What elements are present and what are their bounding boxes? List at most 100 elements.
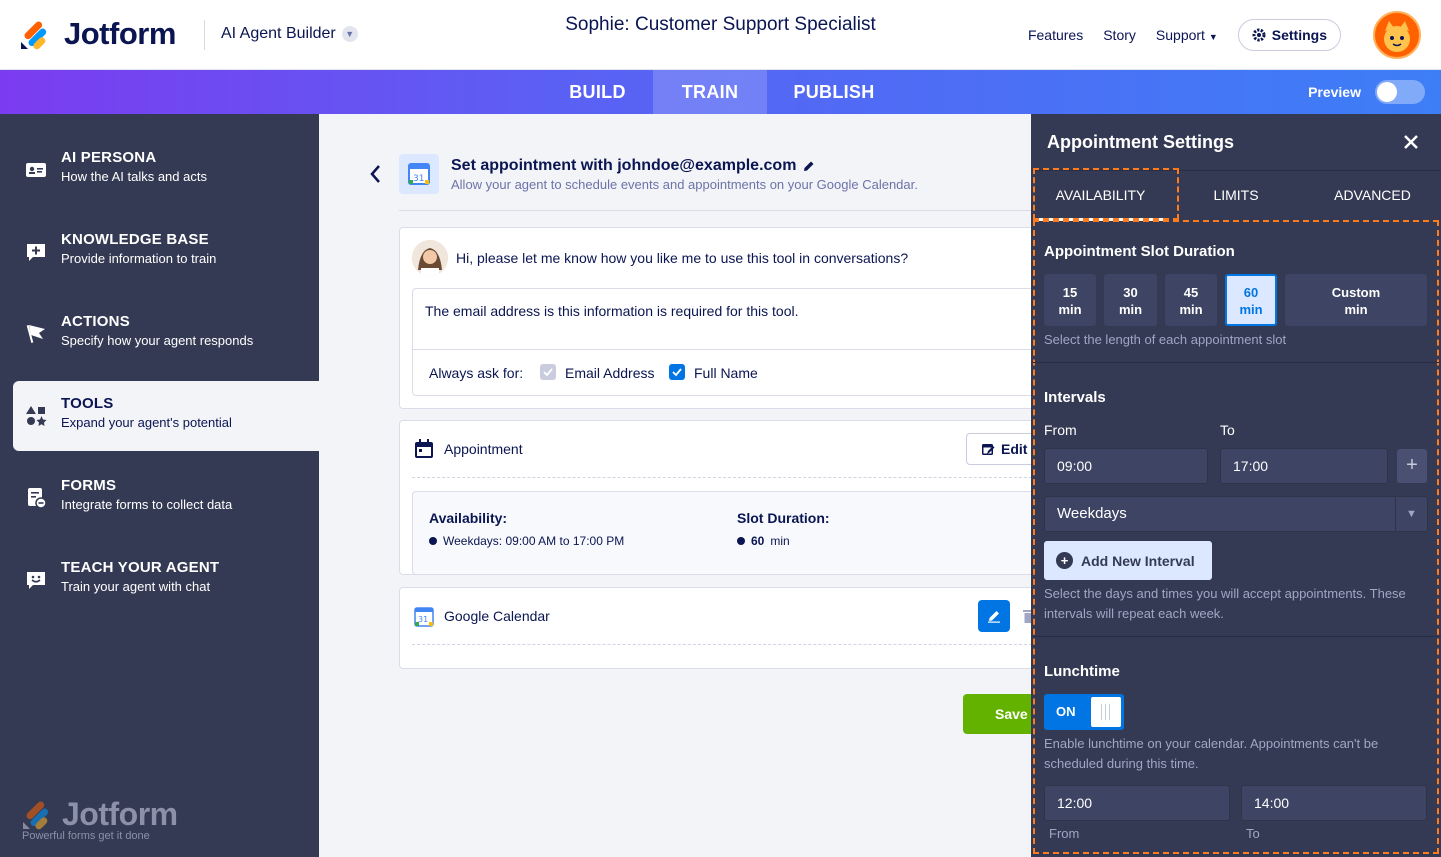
tab-train[interactable]: TRAIN [653, 70, 767, 114]
google-calendar-icon: 31 [414, 607, 434, 627]
google-calendar-card: 31 Google Calendar [399, 587, 1031, 669]
nav-features[interactable]: Features [1028, 19, 1083, 51]
builder-tabbar: BUILD TRAIN PUBLISH Preview [0, 70, 1441, 114]
sidebar-item-ai-persona[interactable]: AI PERSONA How the AI talks and acts [13, 135, 319, 205]
appointment-card: Appointment Edit Availability: Weekdays:… [399, 420, 1031, 575]
slot-option-custom[interactable]: Custom min [1285, 274, 1427, 326]
email-address-checkbox[interactable] [540, 364, 556, 380]
agent-title[interactable]: Sophie: Customer Support Specialist [565, 14, 876, 35]
sidebar-item-subtitle: How the AI talks and acts [61, 169, 207, 184]
chevron-down-icon: ▼ [341, 26, 358, 42]
brand-name: Jotform [64, 16, 176, 51]
slot-option-15[interactable]: 15 min [1044, 274, 1096, 326]
toggle-knob [1091, 697, 1121, 727]
full-name-label: Full Name [694, 365, 758, 381]
close-button[interactable] [1403, 130, 1419, 156]
slot-unit: min [770, 534, 790, 548]
appointment-title: Appointment [444, 441, 523, 457]
check-icon [543, 368, 553, 377]
tab-advanced[interactable]: ADVANCED [1304, 171, 1441, 221]
divider [1031, 362, 1441, 363]
slot-option-60[interactable]: 60 min [1225, 274, 1277, 326]
intervals-hint: Select the days and times you will accep… [1044, 586, 1406, 621]
tab-publish[interactable]: PUBLISH [767, 70, 901, 114]
sidebar-item-tools[interactable]: TOOLS Expand your agent's potential [13, 381, 319, 451]
builder-switcher[interactable]: AI Agent Builder ▼ [221, 25, 358, 43]
lunchtime-toggle[interactable]: ON [1044, 694, 1124, 730]
slot-value: 45 [1183, 285, 1199, 300]
lunchtime-heading: Lunchtime [1044, 663, 1120, 680]
tab-build[interactable]: BUILD [542, 70, 653, 114]
slot-option-45[interactable]: 45 min [1165, 274, 1217, 326]
slot-duration-value: 60 min [737, 534, 790, 548]
slot-unit: min [1344, 302, 1368, 317]
plus-circle-icon: + [1056, 552, 1073, 569]
from-label: From [1044, 422, 1077, 438]
edit-appointment-button[interactable]: Edit [966, 433, 1031, 465]
slot-unit: min [1239, 302, 1263, 317]
jotform-logo-icon [23, 801, 49, 830]
id-card-icon [26, 163, 46, 177]
jotform-logo[interactable]: Jotform [20, 16, 176, 52]
tool-title[interactable]: Set appointment with johndoe@example.com [451, 157, 815, 175]
main-content: 31 Set appointment with johndoe@example.… [319, 114, 1031, 857]
availability-value: Weekdays: 09:00 AM to 17:00 PM [429, 534, 624, 548]
slot-option-30[interactable]: 30 min [1104, 274, 1157, 326]
divider [399, 210, 1031, 211]
sidebar-item-knowledge-base[interactable]: KNOWLEDGE BASE Provide information to tr… [13, 217, 319, 287]
availability-text: Weekdays: 09:00 AM to 17:00 PM [443, 534, 625, 548]
save-button[interactable]: Save [963, 694, 1031, 734]
nav-story[interactable]: Story [1103, 19, 1136, 51]
panel-title: Appointment Settings [1047, 132, 1234, 152]
back-button[interactable] [369, 164, 381, 190]
add-time-button[interactable]: + [1397, 449, 1427, 483]
pencil-icon [804, 161, 814, 171]
user-avatar[interactable] [1373, 11, 1421, 59]
chevron-down-icon: ▼ [1395, 497, 1427, 531]
interval-to-input[interactable]: 17:00 [1220, 448, 1388, 484]
add-new-interval-button[interactable]: + Add New Interval [1044, 541, 1212, 580]
tab-limits[interactable]: LIMITS [1168, 171, 1304, 221]
header-divider [204, 20, 205, 50]
sidebar-item-teach-agent[interactable]: TEACH YOUR AGENT Train your agent with c… [13, 545, 319, 615]
flag-icon [26, 325, 45, 343]
settings-label: Settings [1271, 27, 1327, 43]
agent-avatar [412, 240, 448, 276]
settings-button[interactable]: Settings [1237, 19, 1341, 51]
add-interval-label: Add New Interval [1081, 552, 1195, 569]
slot-unit: min [1179, 302, 1203, 317]
sidebar-item-subtitle: Integrate forms to collect data [61, 497, 233, 512]
google-calendar-title: Google Calendar [444, 608, 550, 624]
trash-icon[interactable] [1022, 608, 1031, 624]
nav-support[interactable]: Support ▼ [1156, 19, 1218, 51]
preview-label: Preview [1308, 84, 1361, 100]
lunch-to-input[interactable]: 14:00 [1241, 785, 1427, 821]
agent-question: Hi, please let me know how you like me t… [456, 250, 909, 266]
email-address-label: Email Address [565, 365, 655, 381]
full-name-checkbox[interactable] [669, 364, 685, 380]
sidebar-item-title: AI PERSONA [61, 149, 157, 166]
chevron-down-icon: ▼ [1208, 32, 1218, 42]
preview-toggle[interactable] [1375, 80, 1425, 104]
sidebar-item-forms[interactable]: FORMS Integrate forms to collect data [13, 463, 319, 533]
lunchtime-hint: Enable lunchtime on your calendar. Appoi… [1044, 736, 1379, 771]
sidebar: AI PERSONA How the AI talks and acts KNO… [0, 114, 319, 857]
sidebar-item-subtitle: Expand your agent's potential [61, 415, 232, 430]
lunch-from-input[interactable]: 12:00 [1044, 785, 1230, 821]
slot-value: 15 [1062, 285, 1078, 300]
days-select[interactable]: Weekdays ▼ [1044, 496, 1428, 532]
interval-from-input[interactable]: 09:00 [1044, 448, 1208, 484]
slot-duration-label: Slot Duration: [737, 510, 830, 526]
slot-hint: Select the length of each appointment sl… [1044, 332, 1287, 347]
sidebar-item-actions[interactable]: ACTIONS Specify how your agent responds [13, 299, 319, 369]
sidebar-item-title: KNOWLEDGE BASE [61, 231, 209, 248]
divider [412, 644, 1031, 645]
edit-calendar-button[interactable] [978, 600, 1010, 632]
instruction-box[interactable]: The email address is this information is… [412, 288, 1031, 396]
to-label: To [1220, 422, 1235, 438]
pencil-icon [988, 611, 1000, 623]
gear-icon [1252, 28, 1266, 42]
lunch-to-label: To [1246, 826, 1260, 841]
tab-availability[interactable]: AVAILABILITY [1033, 171, 1168, 221]
sidebar-item-subtitle: Specify how your agent responds [61, 333, 254, 348]
